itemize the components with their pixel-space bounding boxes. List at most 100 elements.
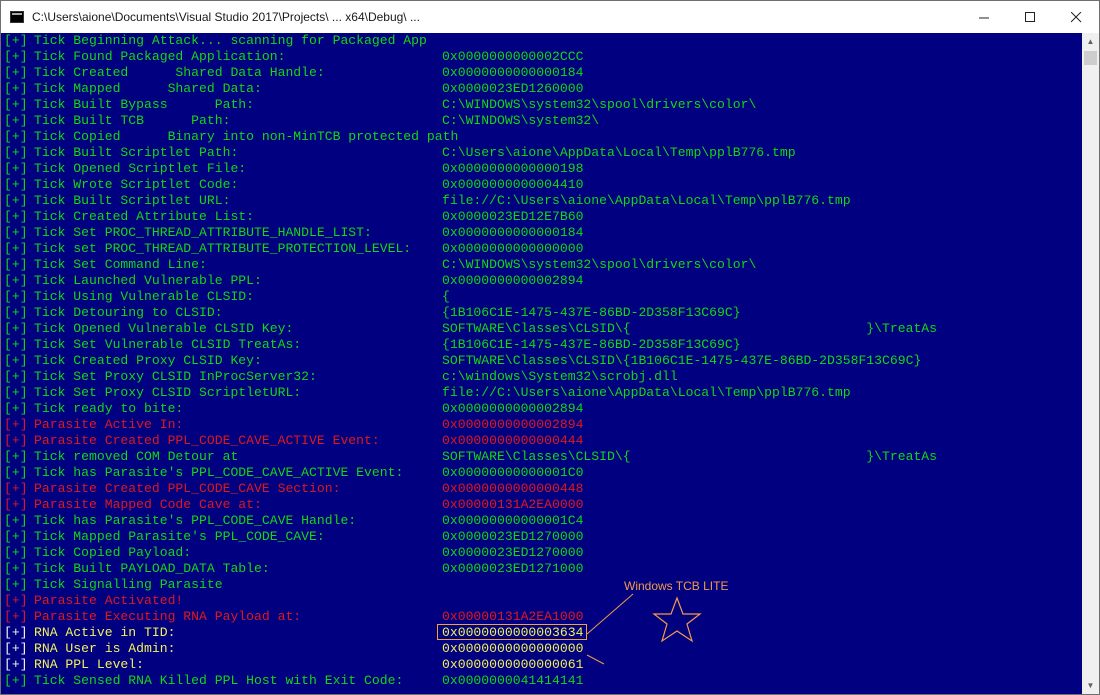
line-prefix: [+]: [4, 129, 28, 144]
line-value: 0x0000000000000000: [442, 241, 584, 256]
console-output[interactable]: [+] Tick Beginning Attack... scanning for…: [4, 33, 1080, 693]
console-line: [+] Tick has Parasite's PPL_CODE_CAVE Han…: [4, 513, 1080, 529]
console-line: [+] Parasite Created PPL_CODE_CAVE Sectio…: [4, 481, 1080, 497]
console-line: [+] Tick Copied Binary into non-MinTCB pr…: [4, 129, 1080, 145]
line-prefix: [+]: [4, 273, 28, 288]
line-prefix: [+]: [4, 465, 28, 480]
console-line: [+] Tick Built Scriptlet URL: file://C:\Us…: [4, 193, 1080, 209]
line-message: Tick removed COM Detour at: [34, 449, 239, 464]
line-message: Tick Created Attribute List:: [34, 209, 255, 224]
line-message: Tick Copied Binary into non-MinTCB prote…: [34, 129, 459, 144]
vertical-scrollbar[interactable]: ▲ ▼: [1082, 33, 1099, 694]
line-prefix: [+]: [4, 545, 28, 560]
scrollbar-thumb[interactable]: [1084, 51, 1097, 65]
line-value: 0x00000131A2EA0000: [442, 497, 584, 512]
console-line: [+] Tick Sensed RNA Killed PPL Host with …: [4, 673, 1080, 689]
console-app-icon: [10, 11, 24, 23]
line-message: Tick Built Bypass Path:: [34, 97, 255, 112]
console-line: [+] Tick Built PAYLOAD_DATA Table: 0x00000…: [4, 561, 1080, 577]
console-line: [+] Tick Copied Payload: 0x0000023ED127000…: [4, 545, 1080, 561]
line-value: c:\windows\System32\scrobj.dll: [442, 369, 678, 384]
line-value: 0x0000023ED12E7B60: [442, 209, 584, 224]
line-value: 0x00000131A2EA1000: [442, 609, 584, 624]
scroll-down-icon[interactable]: ▼: [1082, 677, 1099, 694]
line-message: Parasite Created PPL_CODE_CAVE Section:: [34, 481, 341, 496]
line-message: Tick Wrote Scriptlet Code:: [34, 177, 239, 192]
line-prefix: [+]: [4, 561, 28, 576]
line-message: Tick set PROC_THREAD_ATTRIBUTE_PROTECTIO…: [34, 241, 412, 256]
line-prefix: [+]: [4, 657, 28, 672]
line-value: file://C:\Users\aione\AppData\Local\Temp…: [442, 193, 851, 208]
line-message: RNA User is Admin:: [34, 641, 176, 656]
maximize-button[interactable]: [1007, 1, 1053, 33]
line-prefix: [+]: [4, 321, 28, 336]
console-line: [+] Tick has Parasite's PPL_CODE_CAVE_ACT…: [4, 465, 1080, 481]
line-prefix: [+]: [4, 161, 28, 176]
line-prefix: [+]: [4, 513, 28, 528]
console-line: [+] Tick Launched Vulnerable PPL: 0x000000…: [4, 273, 1080, 289]
line-value: 0x0000023ED1260000: [442, 81, 584, 96]
window-title: C:\Users\aione\Documents\Visual Studio 2…: [32, 10, 420, 24]
line-prefix: [+]: [4, 641, 28, 656]
title-bar[interactable]: C:\Users\aione\Documents\Visual Studio 2…: [1, 1, 1099, 33]
console-line: [+] Tick Signalling Parasite: [4, 577, 1080, 593]
line-prefix: [+]: [4, 257, 28, 272]
line-value: 0x00000000000001C4: [442, 513, 584, 528]
line-value: 0x0000000000000184: [442, 65, 584, 80]
line-value: SOFTWARE\Classes\CLSID\{ }\TreatAs: [442, 449, 938, 464]
line-prefix: [+]: [4, 577, 28, 592]
line-prefix: [+]: [4, 209, 28, 224]
line-prefix: [+]: [4, 609, 28, 624]
console-line: [+] Tick set PROC_THREAD_ATTRIBUTE_PROTEC…: [4, 241, 1080, 257]
line-message: Tick Copied Payload:: [34, 545, 192, 560]
line-prefix: [+]: [4, 193, 28, 208]
line-message: Tick Set Proxy CLSID InProcServer32:: [34, 369, 317, 384]
line-prefix: [+]: [4, 97, 28, 112]
line-prefix: [+]: [4, 481, 28, 496]
console-line: [+] Tick Built Scriptlet Path: C:\Users\ai…: [4, 145, 1080, 161]
line-value: SOFTWARE\Classes\CLSID\{1B106C1E-1475-43…: [442, 353, 922, 368]
line-value: 0x0000000000002894: [442, 273, 584, 288]
line-prefix: [+]: [4, 497, 28, 512]
console-line: [+] Parasite Executing RNA Payload at: 0x0…: [4, 609, 1080, 625]
line-prefix: [+]: [4, 433, 28, 448]
line-value: C:\WINDOWS\system32\spool\drivers\color\: [442, 257, 757, 272]
console-line: [+] Tick Mapped Shared Data: 0x0000023ED12…: [4, 81, 1080, 97]
console-line: [+] Tick Set Vulnerable CLSID TreatAs: {1B…: [4, 337, 1080, 353]
line-message: Tick has Parasite's PPL_CODE_CAVE_ACTIVE…: [34, 465, 404, 480]
line-message: Tick Detouring to CLSID:: [34, 305, 223, 320]
console-line: [+] Tick Built TCB Path: C:\WINDOWS\system…: [4, 113, 1080, 129]
line-value: 0x0000000000004410: [442, 177, 584, 192]
line-value: 0x0000000000000000: [442, 641, 584, 656]
minimize-button[interactable]: [961, 1, 1007, 33]
line-value: 0x0000000000000184: [442, 225, 584, 240]
console-line: [+] Tick Created Attribute List: 0x0000023…: [4, 209, 1080, 225]
line-message: Tick Opened Scriptlet File:: [34, 161, 247, 176]
console-line: [+] Tick Beginning Attack... scanning for…: [4, 33, 1080, 49]
line-value: file://C:\Users\aione\AppData\Local\Temp…: [442, 385, 851, 400]
line-value: {1B106C1E-1475-437E-86BD-2D358F13C69C}: [442, 305, 741, 320]
line-message: Tick Set PROC_THREAD_ATTRIBUTE_HANDLE_LI…: [34, 225, 372, 240]
line-prefix: [+]: [4, 177, 28, 192]
console-line: [+] Tick Found Packaged Application: 0x000…: [4, 49, 1080, 65]
line-value: 0x0000000000002CCC: [442, 49, 584, 64]
line-message: Tick Built Scriptlet Path:: [34, 145, 239, 160]
line-prefix: [+]: [4, 113, 28, 128]
line-value: 0x0000000000002894: [442, 417, 584, 432]
line-message: Tick Found Packaged Application:: [34, 49, 286, 64]
line-message: Tick Mapped Parasite's PPL_CODE_CAVE:: [34, 529, 325, 544]
line-value: 0x0000000000000444: [442, 433, 584, 448]
line-prefix: [+]: [4, 241, 28, 256]
line-prefix: [+]: [4, 353, 28, 368]
console-line: [+] Tick Detouring to CLSID: {1B106C1E-147…: [4, 305, 1080, 321]
line-prefix: [+]: [4, 385, 28, 400]
line-message: RNA PPL Level:: [34, 657, 145, 672]
close-button[interactable]: [1053, 1, 1099, 33]
line-value: 0x0000023ED1270000: [442, 545, 584, 560]
scroll-up-icon[interactable]: ▲: [1082, 33, 1099, 50]
line-value: {1B106C1E-1475-437E-86BD-2D358F13C69C}: [442, 337, 741, 352]
line-message: Parasite Active In:: [34, 417, 184, 432]
console-line: [+] Tick Set Command Line: C:\WINDOWS\syst…: [4, 257, 1080, 273]
line-prefix: [+]: [4, 625, 28, 640]
line-value: 0x0000000000000448: [442, 481, 584, 496]
